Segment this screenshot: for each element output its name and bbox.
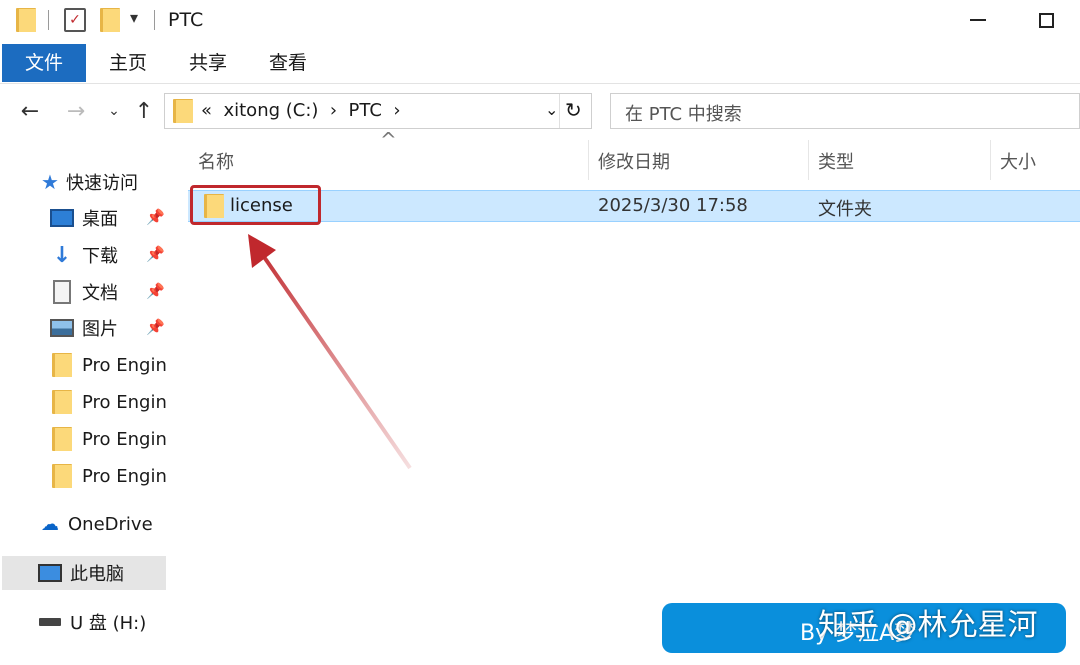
nav-item-documents[interactable]: 文档	[50, 276, 118, 308]
nav-label: 桌面	[82, 209, 118, 230]
nav-label: 此电脑	[70, 564, 124, 585]
pin-icon[interactable]: 📌	[146, 318, 165, 336]
nav-item-folder[interactable]: Pro Engin	[50, 460, 167, 492]
picture-icon	[50, 316, 74, 340]
pin-icon[interactable]: 📌	[146, 282, 165, 300]
nav-item-pictures[interactable]: 图片	[50, 312, 118, 344]
nav-item-folder[interactable]: Pro Engin	[50, 423, 167, 455]
nav-label: Pro Engin	[82, 428, 167, 450]
folder-icon	[50, 353, 74, 377]
cloud-icon: ☁	[41, 513, 59, 535]
document-icon	[50, 280, 74, 304]
nav-item-downloads[interactable]: ↓ 下载	[50, 239, 118, 271]
star-icon: ★	[41, 170, 59, 194]
arrow-head	[248, 234, 276, 268]
arrow-shaft	[260, 252, 412, 470]
folder-icon	[50, 427, 74, 451]
desktop-icon	[50, 206, 74, 230]
nav-label: 快速访问	[66, 173, 138, 194]
nav-item-desktop[interactable]: 桌面	[50, 202, 118, 234]
nav-label: Pro Engin	[82, 354, 167, 376]
nav-label: 文档	[82, 283, 118, 304]
watermark-zhihu: 知乎 @林允星河	[818, 608, 1038, 643]
nav-onedrive[interactable]: ☁ OneDrive	[38, 508, 153, 540]
nav-label: 下载	[82, 246, 118, 267]
nav-label: Pro Engin	[82, 465, 167, 487]
folder-icon	[50, 390, 74, 414]
nav-label: U 盘 (H:)	[70, 613, 147, 634]
nav-quick-access[interactable]: ★ 快速访问	[40, 166, 138, 198]
usb-drive-icon	[38, 610, 62, 634]
download-icon: ↓	[52, 242, 72, 268]
nav-label: Pro Engin	[82, 391, 167, 413]
nav-item-folder[interactable]: Pro Engin	[50, 386, 167, 418]
folder-icon	[50, 464, 74, 488]
computer-icon	[38, 561, 62, 585]
nav-this-pc[interactable]: 此电脑	[38, 557, 124, 589]
nav-label: OneDrive	[68, 513, 153, 535]
pin-icon[interactable]: 📌	[146, 208, 165, 226]
nav-label: 图片	[82, 319, 118, 340]
nav-item-folder[interactable]: Pro Engin	[50, 349, 167, 381]
pin-icon[interactable]: 📌	[146, 245, 165, 263]
nav-usb-drive[interactable]: U 盘 (H:)	[38, 606, 146, 638]
